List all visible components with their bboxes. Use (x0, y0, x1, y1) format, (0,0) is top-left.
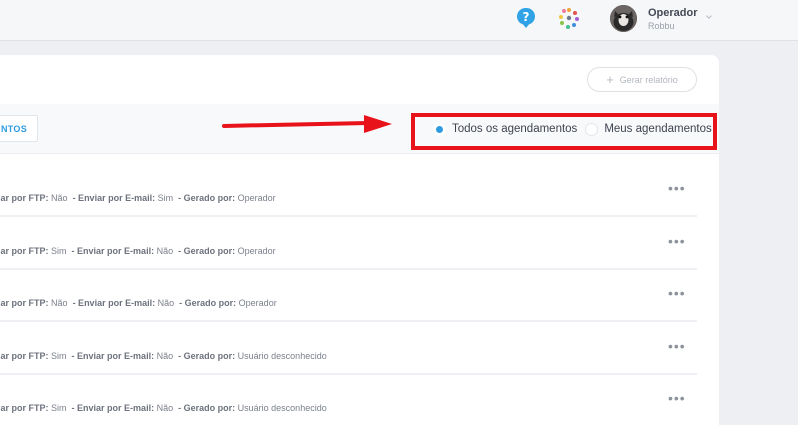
list-item-meta: iar por FTP: Não - Enviar por E-mail: Si… (0, 193, 276, 203)
email-label: - Enviar por E-mail: (72, 298, 156, 308)
tab-schedules[interactable]: NTOS (0, 115, 38, 142)
avatar[interactable] (610, 5, 637, 32)
ftp-value: Não (51, 193, 68, 203)
list-item-meta: iar por FTP: Sim - Enviar por E-mail: Nã… (0, 351, 327, 361)
more-horizontal-icon[interactable]: ••• (668, 338, 686, 354)
ftp-value: Sim (51, 351, 67, 361)
ftp-value: Não (51, 298, 68, 308)
help-question-icon[interactable]: ? (516, 7, 536, 29)
plus-icon: + (606, 72, 614, 87)
list-item-meta: iar por FTP: Não - Enviar por E-mail: Nã… (0, 298, 277, 308)
ftp-label: iar por FTP: (0, 403, 49, 413)
email-label: - Enviar por E-mail: (71, 351, 155, 361)
list-item[interactable]: iar por FTP: Não - Enviar por E-mail: Nã… (0, 270, 697, 322)
user-name[interactable]: Operador (648, 7, 698, 19)
annotation-arrow-head (364, 115, 392, 133)
generated-by-value: Operador (237, 246, 276, 256)
list-item[interactable]: iar por FTP: Sim - Enviar por E-mail: Nã… (0, 218, 697, 270)
ftp-label: iar por FTP: (0, 193, 49, 203)
generated-by-label: - Gerado por: (178, 351, 236, 361)
email-value: Não (156, 246, 174, 256)
cat-avatar-image (610, 5, 637, 32)
generated-by-value: Operador (237, 193, 276, 203)
list-item[interactable]: iar por FTP: Sim - Enviar por E-mail: Nã… (0, 323, 697, 375)
list-item[interactable]: iar por FTP: Sim - Enviar por E-mail: Nã… (0, 375, 697, 425)
email-value: Não (156, 351, 174, 361)
generated-by-label: - Gerado por: (179, 298, 237, 308)
more-horizontal-icon[interactable]: ••• (668, 390, 686, 406)
svg-text:?: ? (523, 10, 530, 24)
more-horizontal-icon[interactable]: ••• (668, 285, 686, 301)
email-label: - Enviar por E-mail: (71, 403, 155, 413)
ftp-label: iar por FTP: (0, 246, 49, 256)
top-bar: ? Operador Robbu (0, 0, 798, 41)
generated-by-label: - Gerado por: (178, 403, 236, 413)
email-value: Não (156, 403, 174, 413)
list-item-meta: iar por FTP: Sim - Enviar por E-mail: Nã… (0, 403, 327, 413)
ftp-label: iar por FTP: (0, 298, 49, 308)
row-divider (0, 215, 697, 217)
email-label: - Enviar por E-mail: (71, 246, 155, 256)
email-label: - Enviar por E-mail: (72, 193, 156, 203)
list-item-meta: iar por FTP: Sim - Enviar por E-mail: Nã… (0, 246, 276, 256)
ftp-value: Sim (51, 246, 67, 256)
list-item[interactable]: iar por FTP: Não - Enviar por E-mail: Si… (0, 165, 697, 217)
generated-by-value: Operador (238, 298, 277, 308)
generate-report-label: Gerar relatório (619, 74, 678, 85)
ftp-label: iar por FTP: (0, 351, 49, 361)
chevron-down-icon[interactable] (706, 13, 712, 19)
more-horizontal-icon[interactable]: ••• (668, 233, 686, 249)
row-divider (0, 320, 697, 322)
more-horizontal-icon[interactable]: ••• (668, 180, 686, 196)
apps-dots-icon[interactable] (558, 7, 580, 29)
generate-report-button[interactable]: + Gerar relatório (587, 67, 697, 92)
email-value: Sim (157, 193, 174, 203)
ftp-value: Sim (51, 403, 67, 413)
generated-by-label: - Gerado por: (178, 246, 236, 256)
generated-by-value: Usuário desconhecido (237, 351, 327, 361)
email-value: Não (157, 298, 175, 308)
generated-by-value: Usuário desconhecido (237, 403, 327, 413)
generated-by-label: - Gerado por: (178, 193, 236, 203)
annotation-highlight-box (411, 113, 717, 150)
user-organization: Robbu (648, 21, 675, 31)
